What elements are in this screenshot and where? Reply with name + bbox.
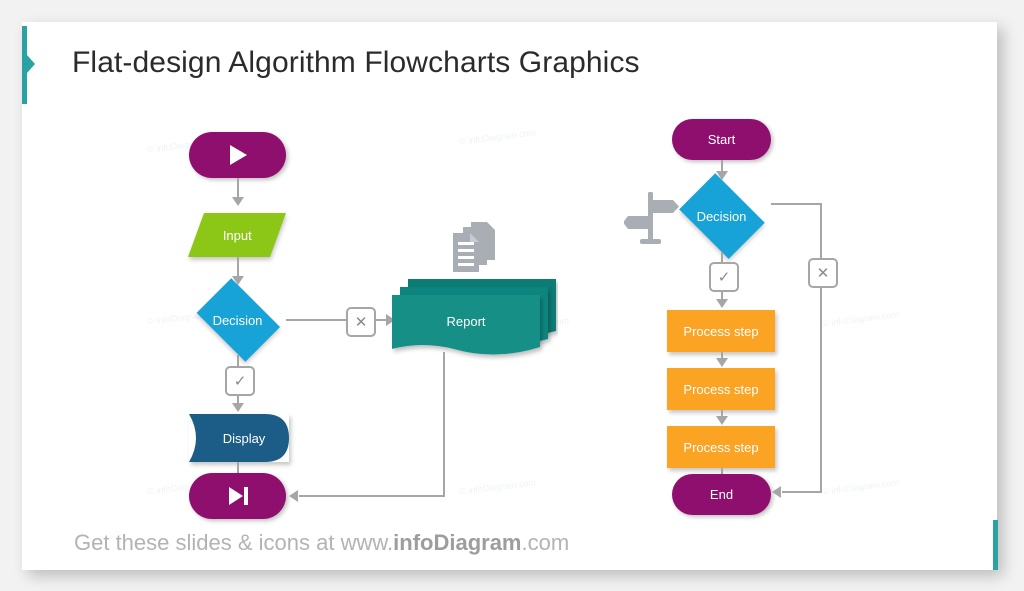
connector-decision-report-a xyxy=(286,319,346,321)
node-end-right[interactable]: End xyxy=(672,474,771,515)
arrow-report-end xyxy=(289,490,298,502)
connector-rdecision-end-v2 xyxy=(820,286,822,492)
no-marker-right[interactable]: ✕ xyxy=(808,258,838,288)
connector-rdecision-step1-a xyxy=(721,252,723,262)
node-end-right-label: End xyxy=(709,487,734,502)
footer-brand: infoDiagram xyxy=(393,530,522,555)
node-start-left[interactable] xyxy=(189,132,286,178)
node-decision-left-label: Decision xyxy=(212,312,263,328)
node-decision-right-label: Decision xyxy=(696,208,747,224)
connector-rdecision-end-v1 xyxy=(820,203,822,258)
no-marker-left[interactable]: ✕ xyxy=(346,307,376,337)
footer-suffix: .com xyxy=(521,530,570,555)
node-process-step-3-label: Process step xyxy=(683,439,759,455)
node-process-step-2[interactable]: Process step xyxy=(667,368,775,410)
node-display-label: Display xyxy=(222,430,266,446)
screenshot-root: Flat-design Algorithm Flowcharts Graphic… xyxy=(0,0,1024,591)
watermark: © infoDiagram.com xyxy=(458,477,537,497)
yes-marker-right[interactable]: ✓ xyxy=(709,262,739,292)
node-display[interactable]: Display xyxy=(189,414,289,462)
x-icon: ✕ xyxy=(354,313,368,331)
footer-prefix: Get these slides & icons at www. xyxy=(74,530,394,555)
x-icon: ✕ xyxy=(816,264,830,282)
skip-end-icon xyxy=(228,487,248,505)
node-decision-right[interactable]: Decision xyxy=(672,173,771,259)
yes-marker-left[interactable]: ✓ xyxy=(225,366,255,396)
arrow-rdecision-step1 xyxy=(716,299,728,308)
connector-rdecision-end-h2 xyxy=(782,491,822,493)
connector-report-end-h xyxy=(299,495,445,497)
arrow-rdecision-end xyxy=(772,486,781,498)
arrow-step1-step2 xyxy=(716,358,728,367)
node-input[interactable]: Input xyxy=(187,213,287,257)
connector-report-end-v xyxy=(443,352,445,496)
node-input-label: Input xyxy=(222,227,252,243)
node-report[interactable]: Report xyxy=(392,275,558,365)
page-title: Flat-design Algorithm Flowcharts Graphic… xyxy=(72,46,640,79)
node-start-right[interactable]: Start xyxy=(672,119,771,160)
node-process-step-1[interactable]: Process step xyxy=(667,310,775,352)
arrow-start-input xyxy=(232,197,244,206)
accent-bar-right xyxy=(993,520,998,570)
watermark: © infoDiagram.com xyxy=(458,127,537,147)
node-process-step-3[interactable]: Process step xyxy=(667,426,775,468)
documents-icon xyxy=(449,222,507,279)
arrow-decision-display xyxy=(232,403,244,412)
play-icon xyxy=(229,145,247,165)
accent-arrow-left xyxy=(27,55,35,73)
check-icon: ✓ xyxy=(717,268,731,286)
slide-canvas: Flat-design Algorithm Flowcharts Graphic… xyxy=(22,22,998,570)
watermark: © infoDiagram.com xyxy=(821,477,900,497)
node-process-step-1-label: Process step xyxy=(683,323,759,339)
arrow-step2-step3 xyxy=(716,416,728,425)
signpost-icon xyxy=(623,188,680,249)
node-decision-left[interactable]: Decision xyxy=(189,278,286,362)
footer-text: Get these slides & icons at www.infoDiag… xyxy=(74,530,569,556)
watermark: © infoDiagram.com xyxy=(821,309,900,329)
node-end-left[interactable] xyxy=(189,473,286,519)
node-report-label: Report xyxy=(446,313,486,329)
connector-rdecision-end-h1 xyxy=(771,203,822,205)
node-start-right-label: Start xyxy=(707,132,736,147)
node-process-step-2-label: Process step xyxy=(683,381,759,397)
check-icon: ✓ xyxy=(233,372,247,390)
